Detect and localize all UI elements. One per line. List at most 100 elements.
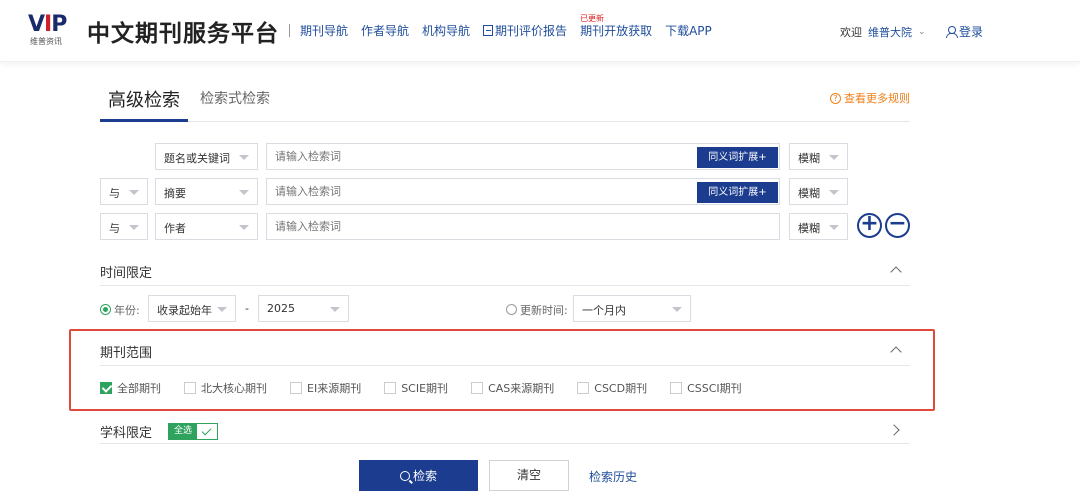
collapse-icon[interactable] [890, 266, 902, 278]
nav-journal-navigation[interactable]: 期刊导航 [300, 22, 348, 39]
add-row-button[interactable]: + [857, 213, 882, 238]
checkbox-cas[interactable]: CAS来源期刊 [471, 380, 554, 396]
tab-expression-search[interactable]: 检索式检索 [200, 88, 270, 108]
field-select[interactable]: 作者 [155, 213, 258, 240]
option-label: CAS来源期刊 [488, 382, 555, 395]
update-time-value: 一个月内 [582, 304, 626, 317]
remove-row-button[interactable]: − [885, 213, 910, 238]
field-select-value: 题名或关键词 [164, 152, 230, 165]
option-label: EI来源期刊 [307, 382, 362, 395]
radio-selected-icon [100, 304, 111, 315]
logic-select[interactable]: 与 [100, 213, 148, 240]
main-nav: 期刊导航 作者导航 机构导航 期刊评价报告 已更新 期刊开放获取 下载APP [300, 14, 712, 39]
site-title: 中文期刊服务平台 [87, 21, 279, 47]
checkbox-icon [184, 382, 196, 394]
login-link[interactable]: 登录 [946, 23, 983, 40]
journal-scope-title: 期刊范围 [100, 346, 153, 361]
checkbox-cscd[interactable]: CSCD期刊 [577, 380, 647, 396]
dropdown-arrow-icon [239, 155, 249, 160]
journal-scope-header[interactable]: 期刊范围 [100, 342, 910, 366]
checkbox-scie[interactable]: SCIE期刊 [384, 380, 448, 396]
checkbox-icon [290, 382, 302, 394]
dropdown-arrow-icon [829, 190, 839, 195]
year-to-select[interactable]: 2025 [258, 295, 349, 322]
year-to-value: 2025 [267, 302, 295, 315]
match-mode-value: 模糊 [798, 222, 820, 235]
logic-select[interactable]: 与 [100, 178, 148, 205]
clear-button[interactable]: 清空 [489, 460, 569, 491]
checkbox-checked-icon [100, 382, 112, 394]
field-select[interactable]: 题名或关键词 [155, 143, 258, 170]
option-label: CSSCI期刊 [687, 382, 742, 395]
checkbox-icon [471, 382, 484, 394]
check-icon [197, 424, 217, 439]
update-time-select[interactable]: 一个月内 [573, 295, 691, 322]
more-rules-link[interactable]: ? 查看更多规则 [830, 90, 910, 106]
journal-scope-options: 全部期刊 北大核心期刊 EI来源期刊 SCIE期刊 CAS来源期刊 CSCD期刊… [100, 380, 765, 396]
dropdown-arrow-icon [672, 307, 682, 312]
checkbox-all-journals[interactable]: 全部期刊 [100, 380, 161, 396]
nav-author-navigation[interactable]: 作者导航 [361, 22, 409, 39]
time-limit-title: 时间限定 [100, 266, 153, 281]
dropdown-arrow-icon [129, 190, 139, 195]
chevron-down-icon[interactable]: ⌄ [918, 27, 926, 37]
update-time-radio[interactable]: 更新时间: [506, 302, 568, 318]
radio-unselected-icon [506, 304, 517, 315]
year-from-select[interactable]: 收录起始年 [148, 295, 236, 322]
search-history-link[interactable]: 检索历史 [589, 468, 637, 485]
synonym-expand-button[interactable]: 同义词扩展+ [697, 182, 778, 203]
search-button[interactable]: 检索 [359, 460, 478, 491]
checkbox-ei[interactable]: EI来源期刊 [290, 380, 361, 396]
nav-open-access[interactable]: 已更新 期刊开放获取 [580, 14, 653, 39]
subject-limit-title: 学科限定 [100, 426, 153, 441]
tab-advanced-search[interactable]: 高级检索 [100, 78, 188, 122]
checkbox-icon [577, 382, 590, 394]
time-limit-header[interactable]: 时间限定 [100, 262, 910, 286]
nav-journal-evaluation-label: 期刊评价报告 [495, 24, 568, 38]
search-icon [399, 470, 410, 481]
subject-limit-header[interactable]: 学科限定 [100, 422, 910, 444]
field-select-value: 作者 [164, 222, 186, 235]
field-select[interactable]: 摘要 [155, 178, 258, 205]
dropdown-arrow-icon [829, 155, 839, 160]
dropdown-arrow-icon [330, 307, 340, 312]
checkbox-pku-core[interactable]: 北大核心期刊 [184, 380, 267, 396]
logic-select-value: 与 [109, 187, 120, 200]
checkbox-cssci[interactable]: CSSCI期刊 [670, 380, 742, 396]
option-label: 全部期刊 [117, 382, 161, 395]
question-icon: ? [830, 92, 841, 104]
user-area: 欢迎 维普大院 ⌄ [840, 24, 926, 40]
match-mode-value: 模糊 [798, 152, 820, 165]
user-icon [946, 26, 958, 38]
match-mode-value: 模糊 [798, 187, 820, 200]
year-radio[interactable]: 年份: [100, 302, 140, 318]
search-tabs: 高级检索 检索式检索 ? 查看更多规则 [100, 78, 910, 122]
match-mode-select[interactable]: 模糊 [789, 143, 848, 170]
nav-institution-navigation[interactable]: 机构导航 [422, 22, 470, 39]
dropdown-arrow-icon [217, 307, 227, 312]
field-select-value: 摘要 [164, 187, 186, 200]
nav-journal-evaluation-report[interactable]: 期刊评价报告 [483, 22, 567, 39]
title-divider [289, 24, 290, 37]
logo-subtitle: 维普资讯 [30, 37, 62, 46]
select-all-toggle[interactable]: 全选 [168, 423, 218, 440]
nav-download-app[interactable]: 下载APP [665, 22, 712, 39]
option-label: CSCD期刊 [594, 382, 648, 395]
match-mode-select[interactable]: 模糊 [789, 213, 848, 240]
org-name-dropdown[interactable]: 维普大院 [868, 24, 912, 40]
updated-badge: 已更新 [580, 14, 605, 23]
welcome-text: 欢迎 [840, 26, 862, 39]
match-mode-select[interactable]: 模糊 [789, 178, 848, 205]
vip-logo[interactable]: VIP 维普资讯 [28, 12, 80, 47]
expand-icon[interactable] [888, 424, 900, 436]
logo-mark: VIP [28, 12, 67, 37]
search-term-input[interactable] [266, 213, 780, 240]
collapse-icon[interactable] [890, 346, 902, 358]
nav-open-access-label: 期刊开放获取 [580, 24, 653, 38]
dropdown-arrow-icon [129, 225, 139, 230]
search-row-2: 与 摘要 同义词扩展+ 模糊 [100, 178, 910, 206]
dropdown-arrow-icon [239, 190, 249, 195]
synonym-expand-button[interactable]: 同义词扩展+ [697, 147, 778, 168]
search-row-3: 与 作者 模糊 + − [100, 213, 910, 241]
year-range-dash: - [245, 302, 249, 315]
